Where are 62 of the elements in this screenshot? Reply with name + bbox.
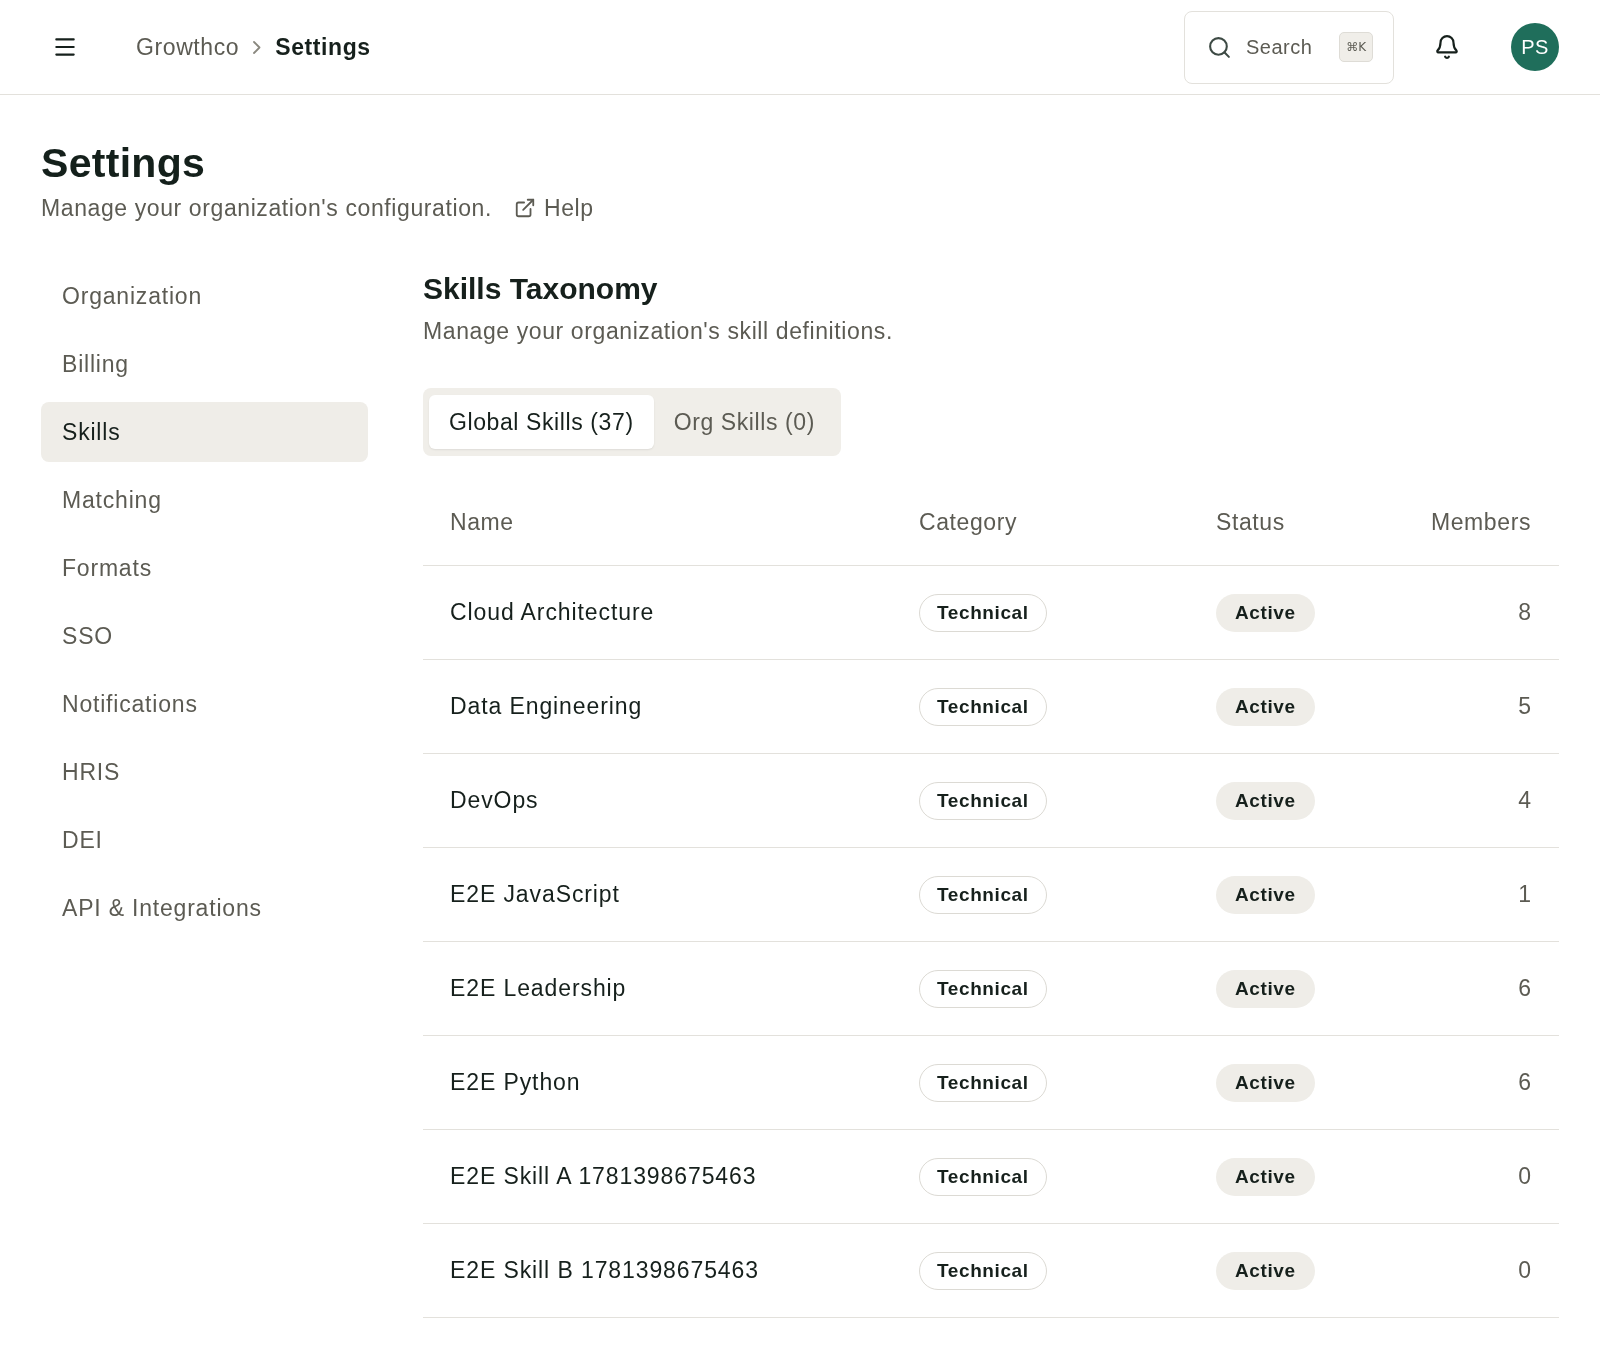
notifications-bell-icon[interactable]: [1434, 34, 1460, 60]
member-count: 0: [1518, 1257, 1531, 1284]
column-header: Name: [450, 509, 514, 536]
category-tag: Technical: [919, 1157, 1047, 1196]
sidebar-item[interactable]: Skills: [41, 402, 368, 462]
skill-name: E2E Skill A 1781398675463: [450, 1163, 757, 1190]
status-tag: Active: [1216, 687, 1315, 726]
sidebar-item[interactable]: Matching: [41, 470, 368, 530]
skill-name: E2E Skill B 1781398675463: [450, 1257, 759, 1284]
member-count: 4: [1518, 787, 1531, 814]
status-tag: Active: [1216, 1157, 1315, 1196]
category-tag: Technical: [919, 687, 1047, 726]
member-count: 0: [1518, 1163, 1531, 1190]
status-tag: Active: [1216, 1251, 1315, 1290]
member-count: 6: [1518, 1069, 1531, 1096]
category-tag: Technical: [919, 593, 1047, 632]
category-tag: Technical: [919, 781, 1047, 820]
section-title: Skills Taxonomy: [423, 271, 658, 307]
sidebar-item[interactable]: Formats: [41, 538, 368, 598]
skill-name: DevOps: [450, 787, 539, 814]
search-button[interactable]: Search ⌘K: [1184, 10, 1394, 84]
status-tag: Active: [1216, 1063, 1315, 1102]
page-subtitle: Manage your organization's configuration.: [41, 194, 492, 223]
category-tag: Technical: [919, 969, 1047, 1008]
sidebar-item[interactable]: HRIS: [41, 742, 368, 802]
member-count: 6: [1518, 975, 1531, 1002]
member-count: 8: [1518, 599, 1531, 626]
status-tag: Active: [1216, 593, 1315, 632]
sidebar-item[interactable]: DEI: [41, 810, 368, 870]
skill-name: Data Engineering: [450, 693, 643, 720]
column-header: Status: [1216, 509, 1285, 536]
external-link-icon: [513, 197, 536, 219]
section-subtitle: Manage your organization's skill definitions.: [423, 317, 893, 346]
member-count: 1: [1518, 881, 1531, 908]
status-tag: Active: [1216, 969, 1315, 1008]
status-tag: Active: [1216, 875, 1315, 914]
sidebar-item[interactable]: Notifications: [41, 674, 368, 734]
chevron-right-icon: [253, 40, 262, 54]
category-tag: Technical: [919, 1251, 1047, 1290]
column-header: Members: [1430, 509, 1531, 536]
help-link[interactable]: Help: [513, 193, 594, 223]
tab[interactable]: Global Skills (37): [429, 395, 654, 449]
skill-name: E2E Leadership: [450, 975, 627, 1002]
search-icon: [1207, 34, 1232, 60]
member-count: 5: [1518, 693, 1531, 720]
skill-name: E2E JavaScript: [450, 881, 620, 908]
keyboard-shortcut: ⌘K: [1339, 32, 1373, 62]
column-header: Category: [919, 509, 1018, 536]
sidebar-item[interactable]: Organization: [41, 266, 368, 326]
skill-name: Cloud Architecture: [450, 599, 655, 626]
category-tag: Technical: [919, 875, 1047, 914]
breadcrumb-link[interactable]: Growthco: [136, 33, 240, 61]
status-tag: Active: [1216, 781, 1315, 820]
sidebar-item[interactable]: API & Integrations: [41, 878, 368, 938]
breadcrumb-current: Settings: [275, 33, 371, 61]
category-tag: Technical: [919, 1063, 1047, 1102]
sidebar-item[interactable]: SSO: [41, 606, 368, 666]
page-title: Settings: [41, 139, 206, 188]
user-avatar[interactable]: PS: [1511, 23, 1559, 71]
skill-name: E2E Python: [450, 1069, 581, 1096]
tab[interactable]: Org Skills (0): [653, 395, 835, 449]
sidebar-item[interactable]: Billing: [41, 334, 368, 394]
